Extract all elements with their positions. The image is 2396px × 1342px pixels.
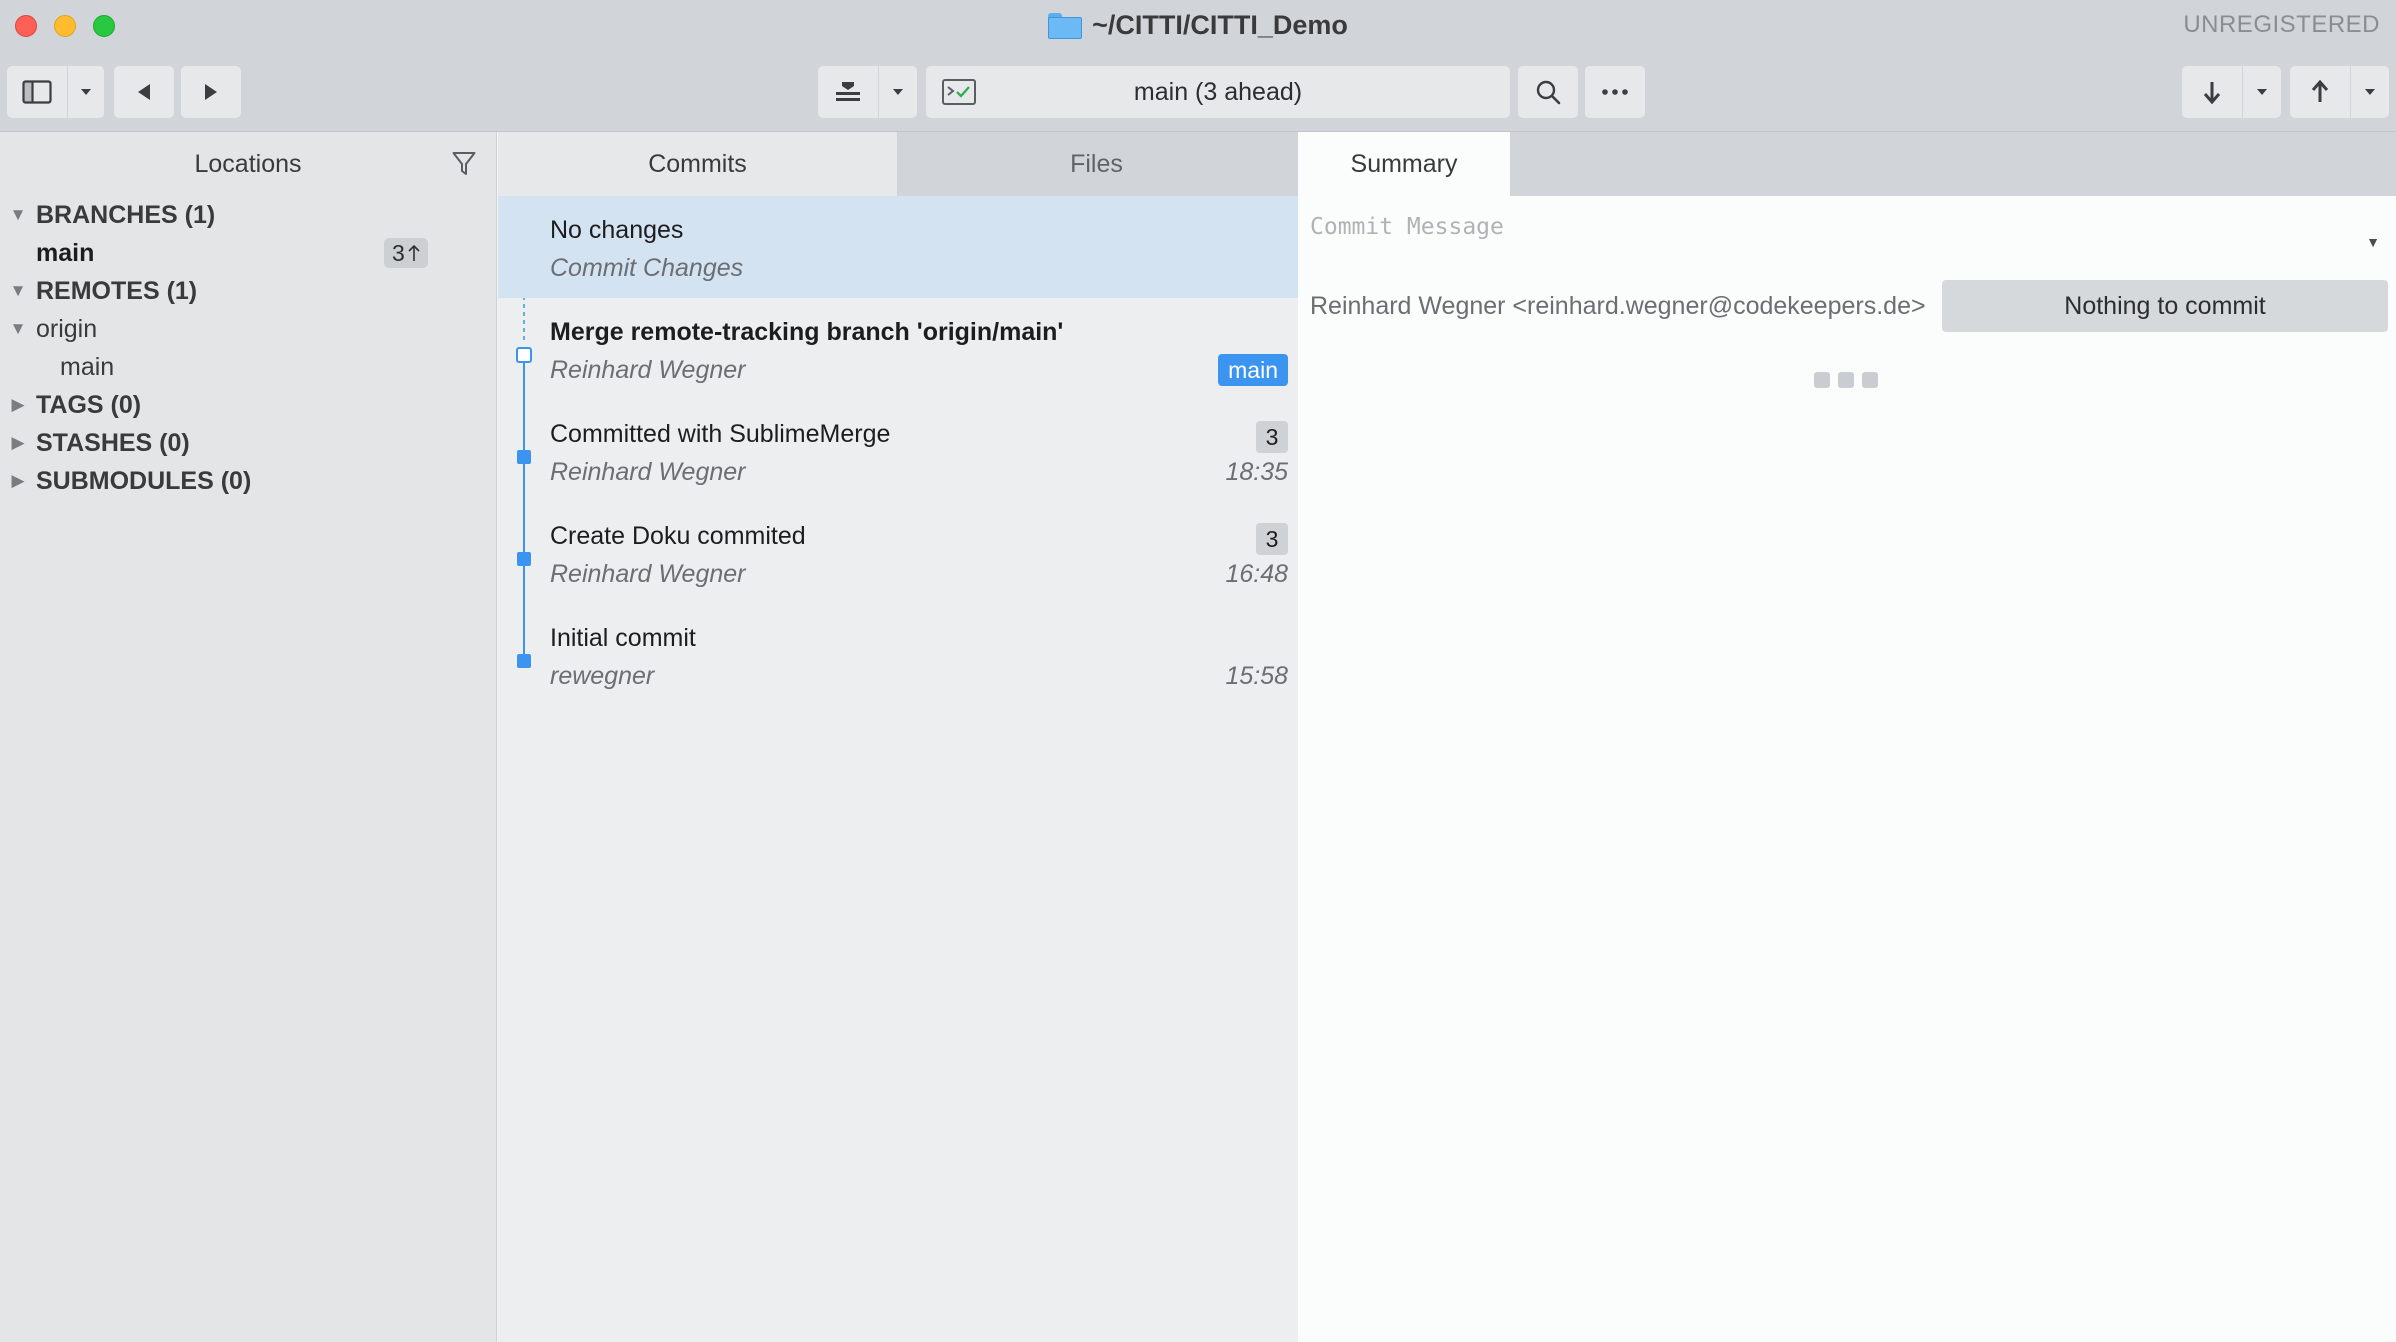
commit-row[interactable]: Initial commit rewegner 15:58 xyxy=(498,604,1298,706)
commit-time: 18:35 xyxy=(1225,458,1288,486)
commit-row[interactable]: Committed with SublimeMerge Reinhard Weg… xyxy=(498,400,1298,502)
search-button[interactable] xyxy=(1518,66,1578,118)
ellipsis-icon xyxy=(1602,89,1628,95)
folder-icon xyxy=(1048,13,1083,39)
search-icon xyxy=(1536,80,1561,105)
commit-button[interactable]: Nothing to commit xyxy=(1942,280,2388,332)
loading-indicator xyxy=(1814,372,1878,388)
summary-panel: Commit Message ▼ Reinhard Wegner <reinha… xyxy=(1298,196,2396,1342)
chevron-down-icon[interactable]: ▼ xyxy=(2366,234,2380,250)
locations-title: Locations xyxy=(194,149,302,178)
remote-branch-item-origin-main[interactable]: main xyxy=(0,348,496,386)
forward-button[interactable] xyxy=(181,66,241,118)
tab-files[interactable]: Files xyxy=(897,132,1296,196)
license-status[interactable]: UNREGISTERED xyxy=(2183,0,2380,50)
pull-options-dropdown[interactable] xyxy=(2243,66,2281,118)
commit-list: No changes Commit Changes Merge remote-t… xyxy=(498,196,1298,1342)
commit-time: 16:48 xyxy=(1225,560,1288,588)
pull-button[interactable] xyxy=(2182,66,2242,118)
push-button[interactable] xyxy=(2290,66,2350,118)
repository-path: ~/CITTI/CITTI_Demo xyxy=(1092,9,1348,40)
arrow-up-icon xyxy=(2311,80,2329,102)
terminal-icon xyxy=(942,79,976,105)
triangle-left-icon xyxy=(138,84,150,100)
push-options-dropdown[interactable] xyxy=(2351,66,2389,118)
chevron-down-icon xyxy=(2257,89,2267,95)
commit-row-uncommitted[interactable]: No changes Commit Changes xyxy=(498,196,1298,298)
stash-options-dropdown[interactable] xyxy=(879,66,917,118)
disclosure-open-icon[interactable]: ▼ xyxy=(0,281,36,301)
stash-button[interactable] xyxy=(818,66,878,118)
chevron-down-icon xyxy=(81,89,91,95)
window-title: ~/CITTI/CITTI_Demo xyxy=(0,0,2396,50)
stash-icon xyxy=(836,82,860,101)
commit-time: 15:58 xyxy=(1225,662,1288,690)
changed-files-badge: 3 xyxy=(1256,523,1288,555)
arrow-down-icon xyxy=(2203,82,2221,104)
disclosure-closed-icon[interactable]: ▶ xyxy=(0,395,36,415)
remote-item-origin[interactable]: ▼ origin xyxy=(0,310,496,348)
title-bar: ~/CITTI/CITTI_Demo UNREGISTERED xyxy=(0,0,2396,50)
commit-message-input[interactable]: Commit Message xyxy=(1310,214,1504,240)
panel-tabs: Commits Files Summary xyxy=(498,132,2396,196)
submodules-section[interactable]: ▶ SUBMODULES (0) xyxy=(0,462,496,500)
filter-icon[interactable] xyxy=(452,151,476,177)
remotes-section[interactable]: ▼ REMOTES (1) xyxy=(0,272,496,310)
branch-status-label: main (3 ahead) xyxy=(1133,77,1303,106)
more-options-button[interactable] xyxy=(1585,66,1645,118)
commit-author: Reinhard Wegner <reinhard.wegner@codekee… xyxy=(1310,292,1926,320)
locations-sidebar: Locations ▼ BRANCHES (1) main 3 ▼ REMOTE… xyxy=(0,132,497,1342)
commit-row[interactable]: Merge remote-tracking branch 'origin/mai… xyxy=(498,298,1298,400)
arrow-up-icon xyxy=(408,244,420,261)
toggle-sidebar-button[interactable] xyxy=(7,66,67,118)
toolbar: main (3 ahead) xyxy=(0,50,2396,132)
chevron-down-icon xyxy=(2365,89,2375,95)
branch-item-main[interactable]: main 3 xyxy=(0,234,496,272)
changed-files-badge: 3 xyxy=(1256,421,1288,453)
ahead-count-badge: 3 xyxy=(384,238,428,268)
sidebar-icon xyxy=(22,80,52,104)
tab-commits[interactable]: Commits xyxy=(498,132,897,196)
locations-header: Locations xyxy=(0,132,496,196)
chevron-down-icon xyxy=(893,89,903,95)
sidebar-options-dropdown[interactable] xyxy=(68,66,104,118)
disclosure-open-icon[interactable]: ▼ xyxy=(0,205,36,225)
branches-section[interactable]: ▼ BRANCHES (1) xyxy=(0,196,496,234)
disclosure-open-icon[interactable]: ▼ xyxy=(0,319,36,339)
tags-section[interactable]: ▶ TAGS (0) xyxy=(0,386,496,424)
branch-label-badge[interactable]: main xyxy=(1218,354,1288,386)
disclosure-closed-icon[interactable]: ▶ xyxy=(0,433,36,453)
triangle-right-icon xyxy=(205,84,217,100)
disclosure-closed-icon[interactable]: ▶ xyxy=(0,471,36,491)
back-button[interactable] xyxy=(114,66,174,118)
branch-selector[interactable]: main (3 ahead) xyxy=(926,66,1510,118)
stashes-section[interactable]: ▶ STASHES (0) xyxy=(0,424,496,462)
commit-row[interactable]: Create Doku commited Reinhard Wegner 3 1… xyxy=(498,502,1298,604)
tab-summary[interactable]: Summary xyxy=(1298,132,1510,196)
